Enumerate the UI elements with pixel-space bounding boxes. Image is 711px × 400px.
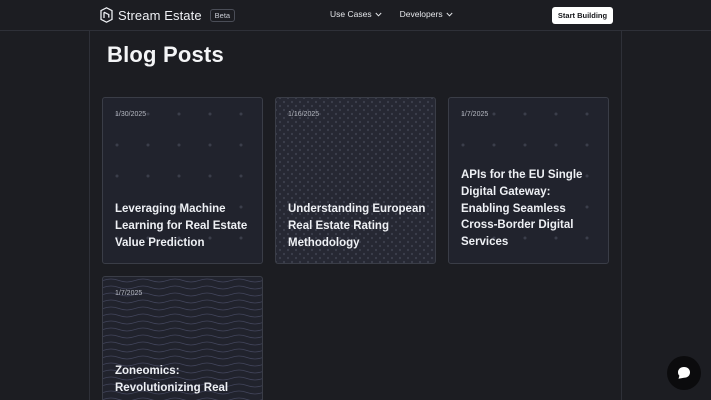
chevron-down-icon [375, 12, 382, 17]
post-title: Understanding European Real Estate Ratin… [288, 203, 426, 249]
post-date: 1/30/2025 [115, 111, 147, 118]
stream-estate-logo-icon [100, 7, 113, 23]
nav-use-cases-label: Use Cases [330, 9, 372, 19]
blog-post-card[interactable]: 1/16/2025 Understanding European Real Es… [275, 97, 436, 264]
nav-developers-label: Developers [399, 9, 443, 19]
nav-developers[interactable]: Developers [400, 9, 453, 19]
post-title: Zoneomics: Revolutionizing Real [115, 365, 229, 394]
top-navigation-bar: Stream Estate Beta Use Cases Developers … [0, 0, 711, 31]
post-date: 1/7/2025 [115, 290, 143, 297]
brand-name: Stream Estate [118, 7, 202, 23]
nav-use-cases[interactable]: Use Cases [330, 9, 382, 19]
beta-badge: Beta [209, 8, 236, 22]
chat-launcher-button[interactable] [667, 356, 701, 390]
post-date: 1/7/2025 [461, 111, 489, 118]
post-date: 1/16/2025 [288, 111, 320, 118]
brand[interactable]: Stream Estate Beta [100, 6, 236, 24]
blog-post-card[interactable]: 1/7/2025 APIs for the EU Single Digital … [448, 97, 609, 264]
post-title: Leveraging Machine Learning for Real Est… [115, 203, 248, 249]
post-title: APIs for the EU Single Digital Gateway: … [461, 169, 583, 249]
page-title: Blog Posts [107, 42, 224, 67]
start-building-button[interactable]: Start Building [552, 7, 613, 24]
blog-post-card[interactable]: 1/7/2025 Zoneomics: Revolutionizing Real [102, 276, 263, 400]
chevron-down-icon [446, 12, 453, 17]
chat-bubble-icon [678, 367, 690, 379]
main-nav: Use Cases Developers [330, 9, 453, 19]
blog-post-card[interactable]: 1/30/2025 Leveraging Machine Learning fo… [102, 97, 263, 264]
